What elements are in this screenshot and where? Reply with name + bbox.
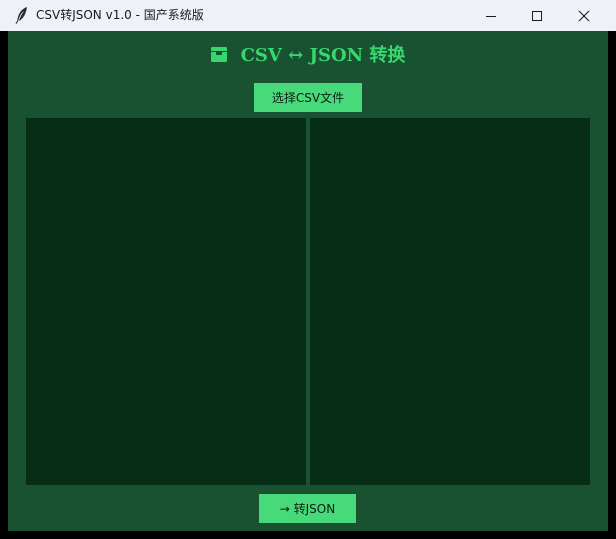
csv-input-pane[interactable] — [26, 118, 306, 485]
close-button[interactable] — [561, 0, 607, 31]
select-csv-button[interactable]: 选择CSV文件 — [254, 83, 362, 112]
window-title: CSV转JSON v1.0 - 国产系统版 — [36, 8, 204, 22]
title-bar[interactable]: CSV转JSON v1.0 - 国产系统版 — [0, 0, 616, 31]
minimize-button[interactable] — [468, 0, 514, 31]
package-icon — [210, 46, 227, 62]
feather-icon — [15, 6, 29, 24]
maximize-icon — [531, 10, 543, 22]
json-output-pane[interactable] — [310, 118, 590, 485]
close-icon — [578, 10, 590, 22]
window-bottom-border — [0, 531, 616, 539]
page-title-text: CSV ↔ JSON 转换 — [240, 45, 406, 66]
editor-panes — [26, 118, 590, 485]
main-area: CSV ↔ JSON 转换 选择CSV文件 → 转JSON — [8, 31, 608, 531]
minimize-icon — [485, 10, 497, 22]
page-title: CSV ↔ JSON 转换 — [8, 39, 608, 69]
app-window: CSV转JSON v1.0 - 国产系统版 CSV ↔ JSON 转换 选择CS… — [0, 0, 616, 539]
maximize-button[interactable] — [514, 0, 560, 31]
convert-to-json-button[interactable]: → 转JSON — [259, 494, 356, 523]
